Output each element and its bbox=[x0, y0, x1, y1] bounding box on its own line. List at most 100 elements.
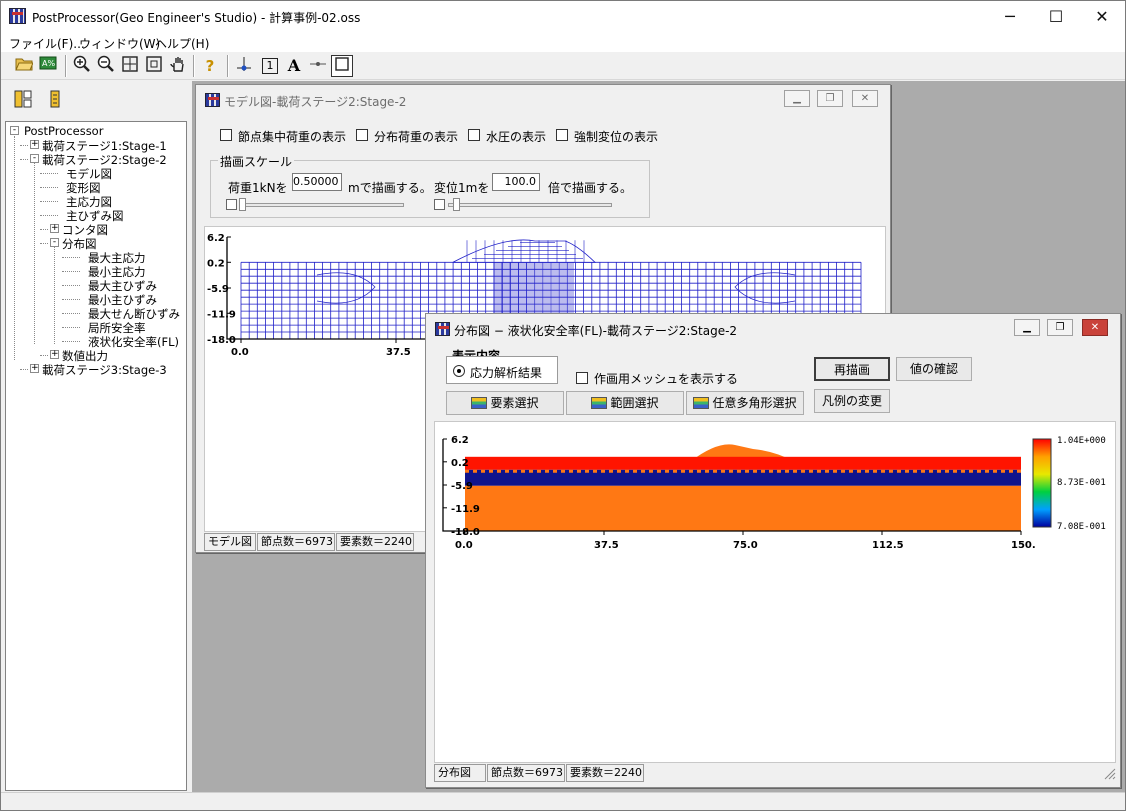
select-polygon-icon bbox=[693, 397, 710, 409]
legend-label: 7.08E-001 bbox=[1057, 522, 1106, 532]
mesh-curve bbox=[734, 272, 796, 304]
y-tick-label: 0.2 bbox=[207, 258, 225, 269]
disp-scale-slider[interactable] bbox=[434, 198, 612, 212]
tree-toggle[interactable]: + bbox=[30, 140, 39, 149]
orange-layer bbox=[465, 485, 1021, 531]
radio-dot bbox=[457, 369, 461, 373]
y-tick-label: -5.9 bbox=[207, 284, 229, 295]
resize-grip[interactable] bbox=[1102, 766, 1116, 780]
model-restore-button[interactable]: ❐ bbox=[817, 90, 843, 107]
line-icon[interactable] bbox=[307, 55, 329, 77]
stress-result-radio[interactable] bbox=[453, 365, 465, 377]
tree-guide bbox=[34, 162, 35, 344]
model-window-icon bbox=[205, 93, 220, 107]
tree-guide bbox=[40, 187, 58, 188]
tree-toggle[interactable]: + bbox=[30, 364, 39, 373]
x-tick-label: 37.5 bbox=[386, 347, 411, 358]
minimize-button[interactable]: ─ bbox=[987, 1, 1033, 32]
dist-minimize-button[interactable]: ▁ bbox=[1014, 319, 1040, 336]
tree-item[interactable]: 載荷ステージ3:Stage-3 bbox=[42, 362, 167, 378]
show-mesh-checkbox[interactable] bbox=[576, 372, 588, 384]
disp-slider-thumb[interactable] bbox=[453, 198, 460, 211]
check-value-button[interactable]: 値の確認 bbox=[896, 357, 972, 381]
disp-scale-input[interactable]: 100.0 bbox=[492, 173, 540, 191]
tree-expand-icon[interactable] bbox=[11, 89, 35, 113]
tree-guide bbox=[62, 257, 80, 258]
tree-root-toggle[interactable]: - bbox=[10, 126, 19, 135]
toolbar-separator bbox=[65, 55, 67, 77]
y-tick-label: -11.9 bbox=[207, 309, 236, 320]
tree-collapse-icon[interactable] bbox=[43, 89, 67, 113]
tree-guide bbox=[54, 246, 55, 344]
open-folder-icon[interactable] bbox=[13, 55, 35, 77]
embankment-outline bbox=[452, 239, 596, 263]
toolbar-separator bbox=[227, 55, 229, 77]
tree-toggle[interactable]: + bbox=[50, 224, 59, 233]
tree-toggle[interactable]: - bbox=[30, 154, 39, 163]
help-icon[interactable]: ? bbox=[199, 55, 221, 77]
y-tick-label: -5.9 bbox=[451, 481, 473, 492]
menu-window[interactable]: ウィンドウ(W) bbox=[79, 35, 160, 52]
show-forced-displacement-label: 強制変位の表示 bbox=[574, 130, 659, 144]
tree-toggle[interactable]: + bbox=[50, 350, 59, 359]
model-close-button[interactable]: ✕ bbox=[852, 90, 878, 107]
legend-change-button[interactable]: 凡例の変更 bbox=[814, 389, 890, 413]
x-tick-label: 0.0 bbox=[455, 540, 473, 551]
dist-close-button[interactable]: ✕ bbox=[1082, 319, 1108, 336]
x-tick-label: 0.0 bbox=[231, 347, 249, 358]
tree-guide bbox=[40, 201, 58, 202]
frame-icon[interactable] bbox=[331, 55, 353, 77]
toolbar: A% ? 1 A bbox=[1, 52, 1125, 80]
dist-restore-button[interactable]: ❐ bbox=[1047, 319, 1073, 336]
zoom-in-icon[interactable] bbox=[71, 55, 93, 77]
show-forced-displacement-checkbox[interactable] bbox=[556, 129, 568, 141]
select-element-icon bbox=[471, 397, 488, 409]
maximize-button[interactable]: ☐ bbox=[1033, 1, 1079, 32]
select-polygon-button[interactable]: 任意多角形選択 bbox=[686, 391, 804, 415]
load-scale-input[interactable]: 0.50000 bbox=[292, 173, 342, 191]
text-icon[interactable]: A bbox=[283, 55, 305, 77]
show-water-pressure-checkbox[interactable] bbox=[468, 129, 480, 141]
number-icon[interactable]: 1 bbox=[259, 55, 281, 77]
zoom-out-icon[interactable] bbox=[95, 55, 117, 77]
fit-all-icon[interactable] bbox=[119, 55, 141, 77]
pan-hand-icon[interactable] bbox=[167, 55, 189, 77]
load-slider-thumb[interactable] bbox=[239, 198, 246, 211]
tree-guide bbox=[62, 327, 80, 328]
window-title: PostProcessor(Geo Engineer's Studio) - 計… bbox=[32, 11, 361, 25]
redraw-button[interactable]: 再描画 bbox=[814, 357, 890, 381]
select-range-icon bbox=[591, 397, 608, 409]
y-tick-label: 0.2 bbox=[451, 458, 469, 469]
close-button[interactable]: ✕ bbox=[1079, 1, 1125, 32]
tree-toggle[interactable]: - bbox=[50, 238, 59, 247]
show-water-pressure-label: 水圧の表示 bbox=[486, 130, 547, 144]
select-element-label: 要素選択 bbox=[490, 396, 539, 410]
tree-guide bbox=[40, 355, 48, 356]
project-tree[interactable]: - PostProcessor + 載荷ステージ1:Stage-1- 載荷ステージ2:S… bbox=[5, 121, 187, 791]
y-tick-label: -18.0 bbox=[207, 335, 236, 346]
show-distributed-load-checkbox[interactable] bbox=[356, 129, 368, 141]
legend-label: 8.73E-001 bbox=[1057, 478, 1106, 488]
app-icon bbox=[9, 8, 26, 24]
select-range-button[interactable]: 範囲選択 bbox=[566, 391, 684, 415]
tree-guide bbox=[62, 271, 80, 272]
tree-guide bbox=[40, 215, 58, 216]
draw-scale-title: 描画スケール bbox=[218, 153, 295, 170]
x-tick-label: 112.5 bbox=[872, 540, 904, 551]
select-element-button[interactable]: 要素選択 bbox=[446, 391, 564, 415]
show-node-load-checkbox[interactable] bbox=[220, 129, 232, 141]
app-status-bar bbox=[1, 792, 1125, 810]
node-icon[interactable] bbox=[233, 55, 255, 77]
load-scale-prefix: 荷重1kNを bbox=[228, 181, 288, 195]
tree-guide bbox=[20, 369, 28, 370]
tree-root[interactable]: PostProcessor bbox=[24, 124, 103, 138]
model-minimize-button[interactable]: ▁ bbox=[784, 90, 810, 107]
tree-guide bbox=[20, 159, 28, 160]
load-scale-slider[interactable] bbox=[226, 198, 404, 212]
distribution-plot-area[interactable]: 6.20.2-5.9-11.9-18.00.037.575.0112.5150.… bbox=[434, 421, 1116, 763]
menu-help[interactable]: ヘルプ(H) bbox=[155, 35, 209, 52]
export-icon[interactable]: A% bbox=[37, 55, 59, 77]
zoom-window-icon[interactable] bbox=[143, 55, 165, 77]
tree-guide bbox=[62, 341, 80, 342]
menu-file[interactable]: ファイル(F)... bbox=[9, 35, 85, 52]
